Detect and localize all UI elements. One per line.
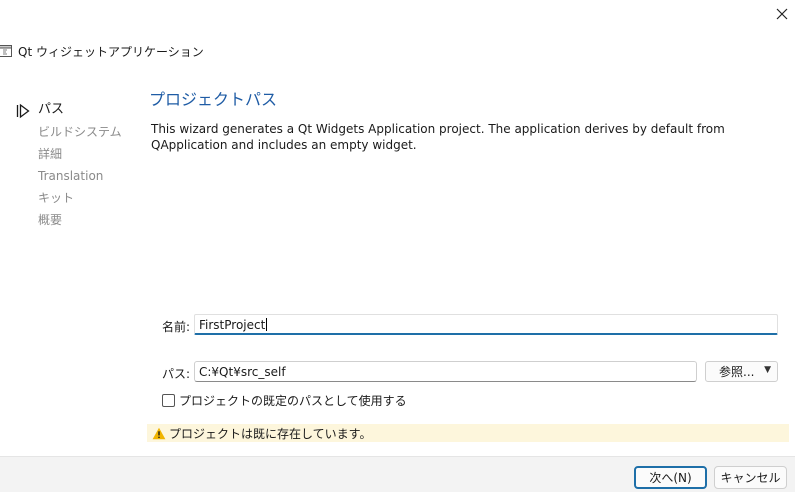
next-label: 次へ(N) bbox=[649, 471, 692, 485]
play-arrow-icon bbox=[16, 103, 30, 119]
cancel-button[interactable]: キャンセル bbox=[714, 466, 787, 489]
warning-icon bbox=[152, 427, 166, 439]
next-button[interactable]: 次へ(N) bbox=[634, 466, 707, 489]
step-build-system: ビルドシステム bbox=[38, 125, 122, 139]
default-path-checkbox-label: プロジェクトの既定のパスとして使用する bbox=[179, 394, 407, 408]
step-translation: Translation bbox=[38, 169, 104, 183]
project-path-input[interactable]: C:¥Qt¥src_self bbox=[194, 361, 697, 382]
step-summary: 概要 bbox=[38, 213, 63, 227]
qt-app-icon bbox=[0, 45, 12, 57]
default-path-checkbox-row[interactable]: プロジェクトの既定のパスとして使用する bbox=[162, 392, 407, 409]
project-name-input[interactable]: FirstProject bbox=[194, 314, 778, 335]
warning-text: プロジェクトは既に存在しています。 bbox=[169, 426, 372, 441]
path-label: パス: bbox=[162, 367, 191, 381]
dropdown-arrow-icon: ▼ bbox=[764, 365, 771, 375]
step-kits: キット bbox=[38, 191, 75, 205]
step-details: 詳細 bbox=[38, 147, 63, 161]
warning-banner: プロジェクトは既に存在しています。 bbox=[147, 424, 789, 442]
step-path: パス bbox=[38, 102, 65, 117]
text-caret bbox=[266, 318, 268, 331]
browse-label: 参照... bbox=[719, 365, 755, 379]
name-label: 名前: bbox=[162, 320, 191, 334]
page-description: This wizard generates a Qt Widgets Appli… bbox=[151, 122, 725, 152]
default-path-checkbox[interactable] bbox=[162, 394, 175, 407]
close-button[interactable] bbox=[768, 2, 795, 26]
project-name-value: FirstProject bbox=[199, 318, 266, 332]
close-icon bbox=[776, 8, 788, 20]
page-title: プロジェクトパス bbox=[149, 90, 278, 109]
window-title: Qt ウィジェットアプリケーション bbox=[18, 44, 204, 59]
project-path-value: C:¥Qt¥src_self bbox=[199, 365, 286, 379]
browse-button[interactable]: 参照... ▼ bbox=[705, 361, 778, 382]
cancel-label: キャンセル bbox=[720, 471, 781, 485]
title-bar: Qt ウィジェットアプリケーション bbox=[0, 42, 204, 60]
